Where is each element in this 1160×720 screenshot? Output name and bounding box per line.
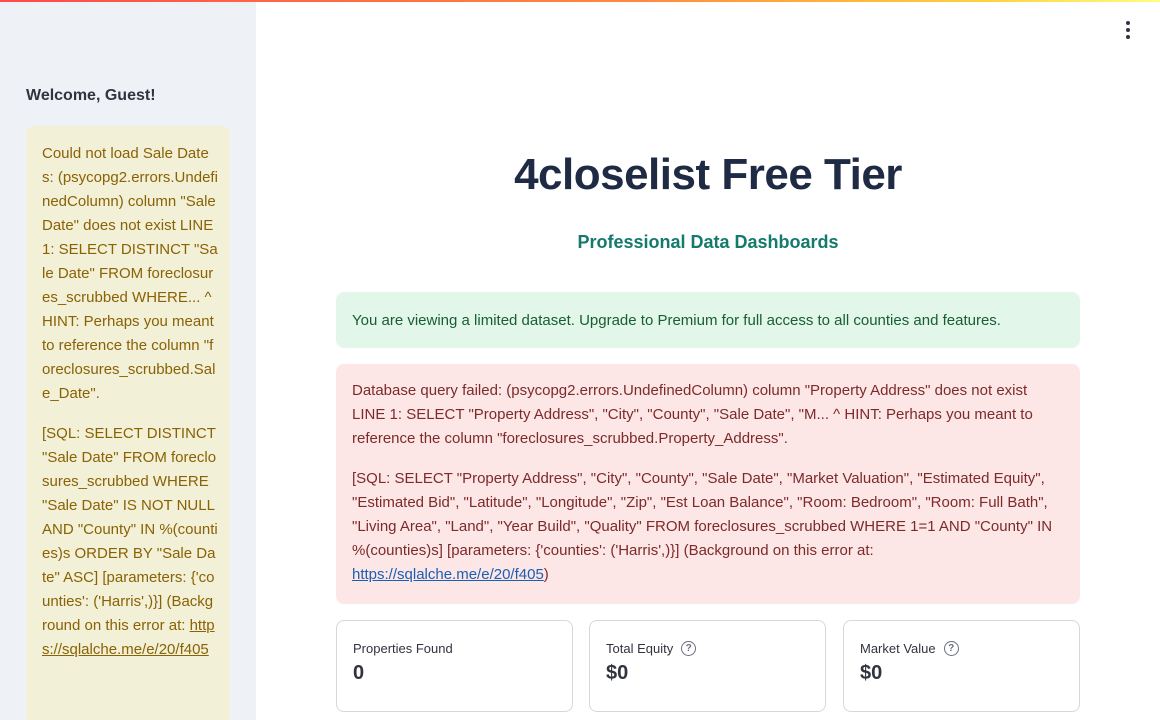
help-icon[interactable]: ? — [681, 641, 697, 656]
error-alert: Database query failed: (psycopg2.errors.… — [336, 364, 1080, 604]
sidebar-warning-alert: Could not load Sale Dates: (psycopg2.err… — [26, 126, 230, 720]
error-sql-text: [SQL: SELECT "Property Address", "City",… — [352, 470, 1053, 559]
metric-label: Total Equity — [606, 641, 674, 656]
main-content: 4closelist Free Tier Professional Data D… — [256, 0, 1160, 720]
warning-sql-detail: [SQL: SELECT DISTINCT "Sale Date" FROM f… — [42, 422, 218, 662]
info-alert-text: You are viewing a limited dataset. Upgra… — [352, 311, 1001, 329]
sidebar: Welcome, Guest! Could not load Sale Date… — [0, 0, 256, 720]
metric-properties-found: Properties Found 0 — [336, 620, 573, 712]
warning-sql-text: [SQL: SELECT DISTINCT "Sale Date" FROM f… — [42, 425, 218, 634]
error-link[interactable]: https://sqlalche.me/e/20/f405 — [352, 566, 544, 583]
metric-total-equity: Total Equity? $0 — [589, 620, 826, 712]
info-alert: You are viewing a limited dataset. Upgra… — [336, 292, 1080, 348]
metric-value: $0 — [606, 662, 629, 684]
error-message: Database query failed: (psycopg2.errors.… — [352, 382, 1033, 447]
top-decoration-bar — [0, 0, 1160, 2]
page-title: 4closelist Free Tier — [514, 150, 902, 199]
metric-market-value: Market Value? $0 — [843, 620, 1080, 712]
warning-message: Could not load Sale Dates: (psycopg2.err… — [42, 145, 218, 402]
metric-value: $0 — [860, 662, 883, 684]
metric-value: 0 — [353, 662, 365, 684]
error-sql-detail: [SQL: SELECT "Property Address", "City",… — [352, 470, 1053, 583]
welcome-heading: Welcome, Guest! — [26, 87, 156, 104]
metric-label: Market Value — [860, 641, 936, 656]
help-icon[interactable]: ? — [943, 641, 959, 656]
metric-label: Properties Found — [353, 641, 453, 656]
page-subtitle: Professional Data Dashboards — [577, 232, 839, 252]
